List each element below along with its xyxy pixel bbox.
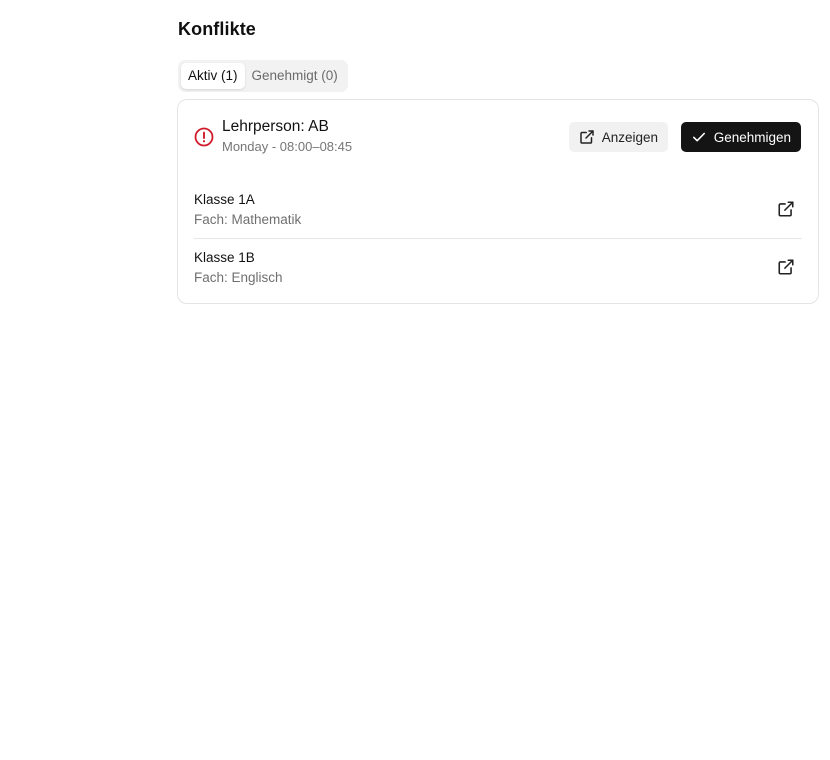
tab-approved[interactable]: Genehmigt (0) [245,63,345,89]
approve-button-label: Genehmigen [713,129,791,145]
conflict-header-text: Lehrperson: AB Monday - 08:00–08:45 [222,117,352,157]
page-title: Konflikte [178,19,256,39]
alert-circle-icon [194,127,214,147]
conflict-time: Monday - 08:00–08:45 [222,139,353,154]
conflict-header: Lehrperson: AB Monday - 08:00–08:45 Anze… [194,117,801,157]
conflict-item-subject: Fach: Mathematik [194,212,302,227]
conflict-title: Lehrperson: AB [222,118,329,135]
conflict-item-subject: Fach: Englisch [194,270,283,285]
conflict-item-class: Klasse 1B [194,250,255,265]
conflict-item-class: Klasse 1A [194,192,255,207]
approve-button[interactable]: Genehmigen [680,122,801,152]
view-button-label: Anzeigen [601,129,658,145]
check-icon [691,129,707,145]
external-link-icon[interactable] [777,200,795,218]
view-button[interactable]: Anzeigen [568,122,668,152]
conflict-items: Klasse 1A Fach: Mathematik Klasse 1B Fac… [194,181,802,295]
conflict-item: Klasse 1A Fach: Mathematik [194,181,802,238]
external-link-icon[interactable] [777,258,795,276]
conflict-card: Lehrperson: AB Monday - 08:00–08:45 Anze… [177,99,819,304]
external-link-icon [579,129,595,145]
tab-active[interactable]: Aktiv (1) [181,63,245,89]
conflict-item: Klasse 1B Fach: Englisch [194,238,802,295]
conflict-tabs: Aktiv (1) Genehmigt (0) [178,60,348,92]
conflicts-page: Konflikte Aktiv (1) Genehmigt (0) Lehrpe… [0,0,830,760]
